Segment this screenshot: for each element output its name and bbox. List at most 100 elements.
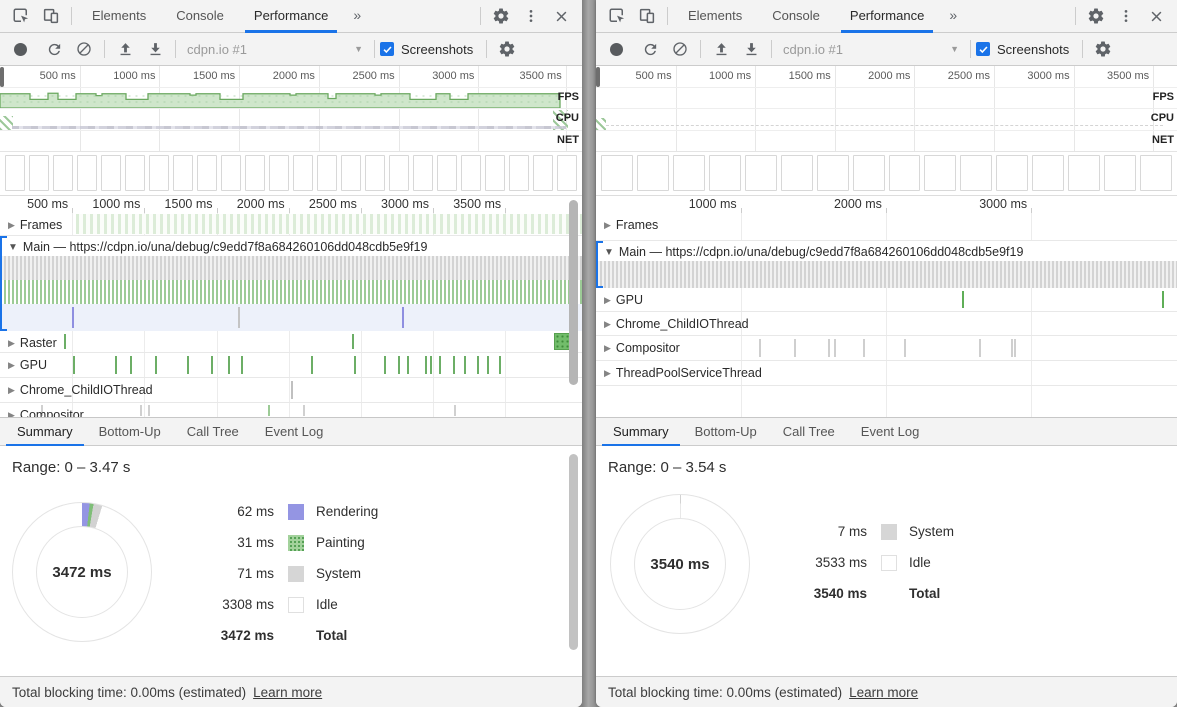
- expand-arrow-icon[interactable]: ▶: [604, 220, 611, 231]
- settings-gear-icon[interactable]: [486, 3, 516, 29]
- screenshot-thumbnail[interactable]: [817, 155, 849, 191]
- timeline-overview[interactable]: 500 ms1000 ms1500 ms2000 ms2500 ms3000 m…: [0, 66, 582, 152]
- expand-arrow-icon[interactable]: ▶: [604, 319, 611, 330]
- screenshot-thumbnail[interactable]: [889, 155, 921, 191]
- screenshot-thumbnail[interactable]: [709, 155, 741, 191]
- screenshot-thumbnail[interactable]: [485, 155, 505, 191]
- screenshot-thumbnail[interactable]: [317, 155, 337, 191]
- screenshot-thumbnail[interactable]: [1032, 155, 1064, 191]
- track-compositor[interactable]: ▶Compositor: [0, 403, 582, 417]
- main-track-header[interactable]: ▼Main — https://cdpn.io/una/debug/c9edd7…: [0, 236, 582, 256]
- tab-bottom-up[interactable]: Bottom-Up: [86, 418, 174, 446]
- capture-settings-gear-icon[interactable]: [1088, 36, 1118, 62]
- main-track-header[interactable]: ▼Main — https://cdpn.io/una/debug/c9edd7…: [596, 241, 1177, 261]
- settings-gear-icon[interactable]: [1081, 3, 1111, 29]
- screenshot-thumbnail[interactable]: [341, 155, 361, 191]
- timeline-overview[interactable]: 500 ms1000 ms1500 ms2000 ms2500 ms3000 m…: [596, 66, 1177, 152]
- capture-settings-gear-icon[interactable]: [492, 36, 522, 62]
- kebab-menu-icon[interactable]: [1111, 3, 1141, 29]
- collapse-arrow-icon[interactable]: ▼: [8, 242, 18, 253]
- screenshots-filmstrip[interactable]: [596, 152, 1177, 196]
- learn-more-link[interactable]: Learn more: [253, 685, 322, 700]
- flamechart-area[interactable]: ▶Frames ▼Main — https://cdpn.io/una/debu…: [596, 213, 1177, 417]
- screenshot-thumbnail[interactable]: [996, 155, 1028, 191]
- track-chrome-childiothread[interactable]: ▶Chrome_ChildIOThread: [0, 378, 582, 403]
- flamechart-scrollbar[interactable]: [569, 200, 578, 385]
- screenshot-thumbnail[interactable]: [557, 155, 577, 191]
- track-compositor[interactable]: ▶Compositor: [596, 336, 1177, 361]
- tab-performance[interactable]: Performance: [239, 0, 343, 33]
- tab-summary[interactable]: Summary: [4, 418, 86, 446]
- screenshot-thumbnail[interactable]: [173, 155, 193, 191]
- track-main[interactable]: ▼Main — https://cdpn.io/una/debug/c9edd7…: [0, 236, 582, 331]
- more-tabs-icon[interactable]: »: [939, 0, 967, 33]
- overview-left-grip[interactable]: [0, 67, 4, 87]
- tab-console[interactable]: Console: [161, 0, 239, 33]
- flamechart-area[interactable]: ▶Frames ▼Main — https://cdpn.io/una/debu…: [0, 213, 582, 417]
- screenshot-thumbnail[interactable]: [245, 155, 265, 191]
- screenshots-checkbox-label[interactable]: Screenshots: [401, 42, 473, 57]
- screenshot-thumbnail[interactable]: [365, 155, 385, 191]
- tab-performance[interactable]: Performance: [835, 0, 939, 33]
- screenshot-thumbnail[interactable]: [509, 155, 529, 191]
- screenshot-thumbnail[interactable]: [5, 155, 25, 191]
- track-gpu[interactable]: ▶GPU: [0, 353, 582, 378]
- expand-arrow-icon[interactable]: ▶: [8, 220, 15, 231]
- screenshot-thumbnail[interactable]: [461, 155, 481, 191]
- screenshot-thumbnail[interactable]: [924, 155, 956, 191]
- expand-arrow-icon[interactable]: ▶: [604, 368, 611, 379]
- load-profile-icon[interactable]: [110, 36, 140, 62]
- screenshot-thumbnail[interactable]: [781, 155, 813, 191]
- record-button[interactable]: [14, 43, 27, 56]
- screenshot-thumbnail[interactable]: [960, 155, 992, 191]
- screenshot-thumbnail[interactable]: [221, 155, 241, 191]
- screenshot-thumbnail[interactable]: [77, 155, 97, 191]
- screenshot-thumbnail[interactable]: [413, 155, 433, 191]
- tab-console[interactable]: Console: [757, 0, 835, 33]
- record-button[interactable]: [610, 43, 623, 56]
- track-gpu[interactable]: ▶GPU: [596, 288, 1177, 312]
- inspect-element-icon[interactable]: [602, 3, 632, 29]
- overview-left-grip[interactable]: [596, 67, 600, 87]
- kebab-menu-icon[interactable]: [516, 3, 546, 29]
- screenshot-thumbnail[interactable]: [29, 155, 49, 191]
- tab-call-tree[interactable]: Call Tree: [770, 418, 848, 446]
- learn-more-link[interactable]: Learn more: [849, 685, 918, 700]
- clear-icon[interactable]: [665, 36, 695, 62]
- screenshot-thumbnail[interactable]: [1068, 155, 1100, 191]
- screenshot-thumbnail[interactable]: [101, 155, 121, 191]
- track-raster[interactable]: ▶Raster: [0, 331, 582, 353]
- screenshot-thumbnail[interactable]: [673, 155, 705, 191]
- screenshot-thumbnail[interactable]: [601, 155, 633, 191]
- inspect-element-icon[interactable]: [6, 3, 36, 29]
- reload-and-record-icon[interactable]: [635, 36, 665, 62]
- screenshot-thumbnail[interactable]: [269, 155, 289, 191]
- tab-elements[interactable]: Elements: [77, 0, 161, 33]
- screenshot-thumbnail[interactable]: [853, 155, 885, 191]
- screenshots-checkbox[interactable]: [976, 42, 990, 56]
- close-icon[interactable]: [1141, 3, 1171, 29]
- collapse-arrow-icon[interactable]: ▼: [604, 247, 614, 258]
- screenshot-thumbnail[interactable]: [389, 155, 409, 191]
- tab-elements[interactable]: Elements: [673, 0, 757, 33]
- screenshot-thumbnail[interactable]: [197, 155, 217, 191]
- device-toolbar-icon[interactable]: [36, 3, 66, 29]
- reload-and-record-icon[interactable]: [39, 36, 69, 62]
- tab-call-tree[interactable]: Call Tree: [174, 418, 252, 446]
- screenshot-thumbnail[interactable]: [1140, 155, 1172, 191]
- profile-select[interactable]: cdpn.io #1 ▼: [777, 37, 965, 61]
- screenshot-thumbnail[interactable]: [745, 155, 777, 191]
- device-toolbar-icon[interactable]: [632, 3, 662, 29]
- screenshots-checkbox-label[interactable]: Screenshots: [997, 42, 1069, 57]
- track-frames[interactable]: ▶Frames: [0, 213, 582, 236]
- clear-icon[interactable]: [69, 36, 99, 62]
- load-profile-icon[interactable]: [706, 36, 736, 62]
- profile-select[interactable]: cdpn.io #1 ▼: [181, 37, 369, 61]
- more-tabs-icon[interactable]: »: [343, 0, 371, 33]
- screenshot-thumbnail[interactable]: [533, 155, 553, 191]
- screenshot-thumbnail[interactable]: [125, 155, 145, 191]
- close-icon[interactable]: [546, 3, 576, 29]
- save-profile-icon[interactable]: [736, 36, 766, 62]
- track-main[interactable]: ▼Main — https://cdpn.io/una/debug/c9edd7…: [596, 241, 1177, 288]
- tab-bottom-up[interactable]: Bottom-Up: [682, 418, 770, 446]
